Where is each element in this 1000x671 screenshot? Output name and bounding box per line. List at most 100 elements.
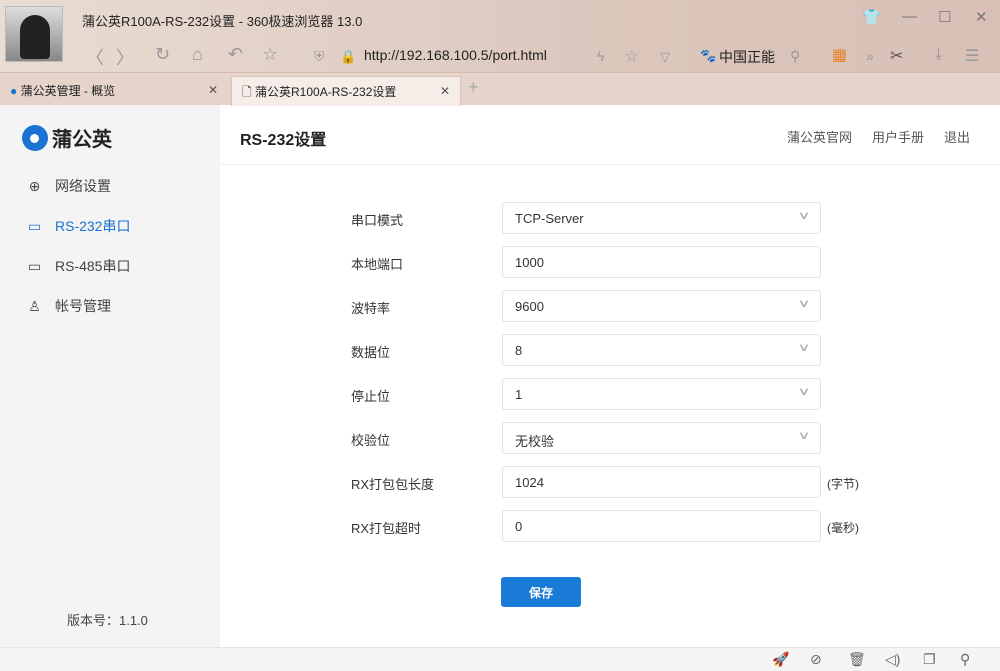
page-title: RS-232设置 xyxy=(240,132,327,149)
tab-label: 蒲公英R100A-RS-232设置 xyxy=(255,85,397,99)
sidebar-item-label: 网络设置 xyxy=(55,178,111,194)
save-button[interactable]: 保存 xyxy=(501,577,581,607)
flash-icon[interactable]: ϟ xyxy=(597,48,604,64)
accelerate-icon[interactable]: ⊘ xyxy=(810,651,822,668)
new-tab-icon[interactable]: + xyxy=(468,77,479,98)
globe-icon: ⊕ xyxy=(28,177,41,194)
close-button[interactable]: ✕ xyxy=(975,8,988,26)
speaker-icon[interactable]: ◁) xyxy=(885,651,900,668)
trash-icon[interactable]: 🗑 xyxy=(848,651,866,668)
field-value: 1 xyxy=(515,387,523,402)
page-icon: 🗋 xyxy=(242,85,252,99)
brand-logo: 蒲公英 xyxy=(22,123,112,152)
unit-label: (毫秒) xyxy=(827,521,859,535)
more-icon[interactable]: » xyxy=(866,48,874,64)
forward-icon[interactable]: 〉 xyxy=(116,44,134,70)
browser-titlebar: 蒲公英R100A-RS-232设置 - 360极速浏览器 13.0 👕 — ☐ … xyxy=(0,0,1000,72)
form-row: 串口模式 TCP-Server ∨ xyxy=(351,202,871,234)
select-field[interactable]: 8 ∨ xyxy=(502,334,821,366)
bookmark-star-icon[interactable]: ☆ xyxy=(625,47,638,65)
favorite-icon[interactable]: ☆ xyxy=(262,44,278,65)
undo-icon[interactable]: ↶ xyxy=(228,44,243,65)
reload-icon[interactable]: ↻ xyxy=(155,44,170,65)
back-icon[interactable]: 〈 xyxy=(86,44,104,70)
sidebar-item-label: RS-485串口 xyxy=(55,258,131,274)
input-field[interactable]: 0 xyxy=(502,510,821,542)
search-icon[interactable]: ⚲ xyxy=(790,48,800,65)
sidebar-item-rs232[interactable]: ▭ RS-232串口 xyxy=(26,216,131,236)
insecure-lock-icon[interactable]: 🔒 xyxy=(340,49,356,65)
field-value: 无校验 xyxy=(515,434,555,449)
tab-rs232[interactable]: 🗋 蒲公英R100A-RS-232设置 ✕ xyxy=(231,76,461,106)
tab-overview[interactable]: ● 蒲公英管理 - 概览 ✕ xyxy=(0,76,228,106)
rocket-icon[interactable]: 🚀 xyxy=(772,651,789,668)
field-label: 本地端口 xyxy=(351,257,404,272)
sidebar-item-label: 帐号管理 xyxy=(55,298,111,314)
form-row: 校验位 无校验 ∨ xyxy=(351,422,871,454)
zoom-icon[interactable]: ⚲ xyxy=(960,651,970,668)
baidu-paw-icon: 🐾 xyxy=(700,48,717,63)
unit-label: (字节) xyxy=(827,477,859,491)
form-row: RX打包超时 0 (毫秒) xyxy=(351,510,871,542)
form-row: RX打包包长度 1024 (字节) xyxy=(351,466,871,498)
dropdown-icon[interactable]: ▽ xyxy=(660,49,670,65)
field-value: TCP-Server xyxy=(515,211,584,226)
address-bar[interactable]: http://192.168.100.5/port.html xyxy=(364,47,547,63)
chevron-down-icon: ∨ xyxy=(797,430,811,442)
tab-label: 蒲公英管理 - 概览 xyxy=(20,84,116,98)
field-label: 数据位 xyxy=(351,345,391,360)
sidebar-item-label: RS-232串口 xyxy=(55,218,131,234)
field-value: 0 xyxy=(515,519,523,534)
field-value: 1000 xyxy=(515,255,544,270)
form-row: 停止位 1 ∨ xyxy=(351,378,871,410)
sidebar-item-account[interactable]: ♙ 帐号管理 xyxy=(26,296,111,316)
home-icon[interactable]: ⌂ xyxy=(192,44,203,65)
select-field[interactable]: TCP-Server ∨ xyxy=(502,202,821,234)
window-icon[interactable]: ❐ xyxy=(923,651,936,668)
maximize-button[interactable]: ☐ xyxy=(938,8,951,26)
field-label: 停止位 xyxy=(351,389,391,404)
input-field[interactable]: 1024 xyxy=(502,466,821,498)
form-row: 波特率 9600 ∨ xyxy=(351,290,871,322)
apps-icon[interactable]: ▦ xyxy=(832,45,847,65)
logo-icon xyxy=(22,124,48,151)
input-field[interactable]: 1000 xyxy=(502,246,821,278)
select-field[interactable]: 9600 ∨ xyxy=(502,290,821,322)
field-value: 1024 xyxy=(515,475,544,490)
status-bar: 🚀 ⊘ 🗑 ◁) ❐ ⚲ xyxy=(0,647,1000,671)
sidebar: 蒲公英 ⊕ 网络设置 ▭ RS-232串口 ▭ RS-485串口 ♙ 帐号管理 版本号：… xyxy=(0,105,220,647)
scissors-icon[interactable]: ✂ xyxy=(890,46,903,66)
form-row: 本地端口 1000 xyxy=(351,246,871,278)
download-icon[interactable]: ⤓ xyxy=(935,46,942,64)
user-avatar[interactable] xyxy=(5,6,63,62)
version-label: 版本号：1.1.0 xyxy=(67,613,148,628)
form-row: 数据位 8 ∨ xyxy=(351,334,871,366)
field-value: 8 xyxy=(515,343,523,358)
user-manual-link[interactable]: 用户手册 xyxy=(872,127,924,146)
select-field[interactable]: 无校验 ∨ xyxy=(502,422,821,454)
sidebar-item-rs485[interactable]: ▭ RS-485串口 xyxy=(26,256,131,276)
chevron-down-icon: ∨ xyxy=(797,210,811,222)
field-label: 串口模式 xyxy=(351,213,404,228)
search-box[interactable]: 中国正能 xyxy=(719,47,775,67)
user-icon: ♙ xyxy=(28,297,41,314)
field-label: 波特率 xyxy=(351,301,391,316)
close-tab-icon[interactable]: ✕ xyxy=(440,84,450,98)
sidebar-item-network[interactable]: ⊕ 网络设置 xyxy=(26,176,111,196)
skin-icon[interactable]: 👕 xyxy=(862,8,881,26)
close-tab-icon[interactable]: ✕ xyxy=(208,83,218,97)
shield-icon[interactable]: ⛨ xyxy=(314,48,325,65)
field-label: RX打包超时 xyxy=(351,521,422,536)
page-header: RS-232设置 蒲公英官网 用户手册 退出 xyxy=(220,105,1000,165)
field-label: 校验位 xyxy=(351,433,391,448)
minimize-button[interactable]: — xyxy=(902,8,917,25)
official-site-link[interactable]: 蒲公英官网 xyxy=(787,127,852,146)
tab-bar: ● 蒲公英管理 - 概览 ✕ 🗋 蒲公英R100A-RS-232设置 ✕ + xyxy=(0,72,1000,106)
select-field[interactable]: 1 ∨ xyxy=(502,378,821,410)
field-value: 9600 xyxy=(515,299,544,314)
menu-icon[interactable]: ☰ xyxy=(965,46,979,66)
brand-name: 蒲公英 xyxy=(52,129,112,151)
chevron-down-icon: ∨ xyxy=(797,298,811,310)
logout-link[interactable]: 退出 xyxy=(944,127,970,146)
chevron-down-icon: ∨ xyxy=(797,386,811,398)
